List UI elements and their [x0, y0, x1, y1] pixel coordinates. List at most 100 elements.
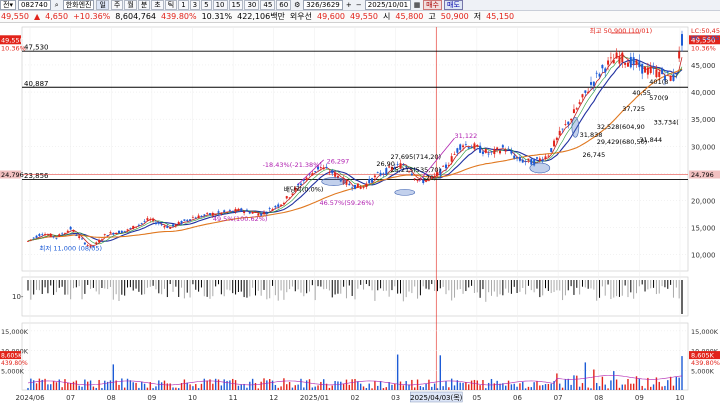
period-button-3[interactable]: 초 [151, 0, 164, 10]
period-button-5[interactable]: 1 [178, 0, 189, 10]
volume-bar [308, 379, 311, 390]
candle-body [612, 59, 615, 64]
volume-bar [101, 387, 103, 390]
sell-button[interactable]: 매도 [444, 0, 463, 10]
volume-bar [499, 383, 501, 390]
volume-bar [414, 387, 416, 390]
chart-annotation: 401(8 [649, 78, 668, 86]
volume-bar [206, 380, 208, 390]
stock-chart[interactable]: 47,530 40,887 23,856 10- 15,000K 15,000K 10,… [0, 23, 720, 404]
period-button-10[interactable]: 30 [244, 0, 260, 10]
candle-body [234, 208, 237, 212]
volume-bar [672, 385, 675, 390]
candle-body [581, 94, 584, 98]
chart-svg[interactable]: 47,530 40,887 23,856 10- 15,000K 15,000K 10,… [0, 23, 720, 404]
highlight-ellipse [529, 162, 551, 174]
volume-bar [214, 378, 217, 390]
volume-bar [632, 383, 635, 390]
buy-button[interactable]: 매수 [423, 0, 442, 10]
period-button-0[interactable]: 주 [110, 0, 124, 10]
candle-body [29, 239, 32, 241]
candle-body [129, 228, 132, 229]
volume-bar [337, 381, 339, 390]
volume-bar [163, 380, 166, 390]
candle-body [61, 233, 64, 235]
date-field[interactable]: 2025/10/01 [364, 0, 412, 10]
stock-code-input[interactable]: 082740 [17, 0, 51, 10]
volume-bar [331, 385, 333, 390]
volume-bar [44, 378, 46, 390]
volume-bar [371, 388, 373, 390]
period-button-1[interactable]: 월 [124, 0, 137, 10]
volume-bar [197, 388, 200, 390]
candle-body [530, 158, 533, 165]
calendar-icon[interactable]: ▦ [413, 1, 421, 9]
candle-body [100, 239, 103, 241]
volume-bar [340, 381, 342, 390]
period-button-6[interactable]: 3 [189, 0, 201, 10]
candle-body [32, 237, 35, 239]
volume-left-value: 8,605K [1, 353, 23, 360]
x-tick-label: 07 [554, 394, 563, 402]
x-tick-label: 10 [188, 394, 197, 402]
volume-right-label: 15,000K [691, 328, 719, 336]
volume-bar [621, 384, 623, 390]
x-tick-label: 05 [472, 394, 481, 402]
volume-bar [249, 381, 251, 390]
volume-bar [473, 379, 476, 390]
candle-body [638, 60, 641, 68]
volume-bar [570, 384, 572, 390]
volume-bar [556, 373, 558, 390]
period-button-8[interactable]: 10 [212, 0, 228, 10]
volume-bar [357, 381, 359, 390]
count-field[interactable]: 326/3629 [303, 0, 343, 10]
chart-annotation: 40,55 [632, 89, 651, 97]
candle-body [197, 215, 200, 219]
candle-body [265, 213, 268, 214]
period-button-2[interactable]: 분 [137, 0, 151, 10]
candle-body [578, 102, 581, 104]
x-tick-label: 12 [269, 394, 278, 402]
period-button-11[interactable]: 45 [260, 0, 276, 10]
volume-bar [288, 382, 291, 390]
zoom-in-icon[interactable]: + [345, 1, 353, 9]
volume-bar [283, 378, 285, 390]
zoom-out-icon[interactable]: − [355, 1, 363, 9]
candle-body [575, 108, 578, 110]
volume-bar [237, 385, 240, 390]
volume-bar [314, 386, 316, 390]
candle-body [624, 63, 627, 65]
search-icon[interactable]: ⌕ [53, 1, 61, 9]
market-select[interactable]: 전▾ [0, 0, 16, 10]
period-button-7[interactable]: 5 [201, 0, 212, 10]
chart-annotation: 26,297 [327, 158, 350, 166]
period-button-9[interactable]: 15 [228, 0, 244, 10]
period-day-button[interactable]: 일 [96, 0, 109, 10]
candle-body [450, 156, 453, 162]
candle-body [217, 211, 220, 213]
volume-bar [487, 382, 490, 390]
high-label: 고 [428, 12, 436, 21]
volume-bar [266, 380, 268, 390]
candle-body [570, 118, 573, 121]
candle-body [598, 73, 601, 77]
candle-body [231, 210, 234, 212]
volume-bar [408, 384, 410, 390]
period-button-4[interactable]: 틱 [164, 0, 178, 10]
candle-body [456, 148, 459, 153]
volume-bar [658, 381, 660, 390]
volume-bar [155, 386, 157, 390]
volume-bar [274, 384, 277, 390]
x-tick-label: 06 [513, 394, 522, 402]
volume-bar [305, 380, 308, 390]
settings-icon[interactable]: ⚙ [293, 1, 301, 9]
volume-bar [624, 384, 626, 390]
candle-body [590, 82, 593, 85]
volume-bar [254, 382, 257, 390]
volume-bar [257, 388, 260, 390]
volume-bar [485, 388, 487, 390]
stock-name-field[interactable]: 한화엔진 [62, 0, 95, 10]
volume-bar [667, 380, 669, 390]
period-button-12[interactable]: 60 [276, 0, 292, 10]
volume-bar [391, 384, 393, 390]
